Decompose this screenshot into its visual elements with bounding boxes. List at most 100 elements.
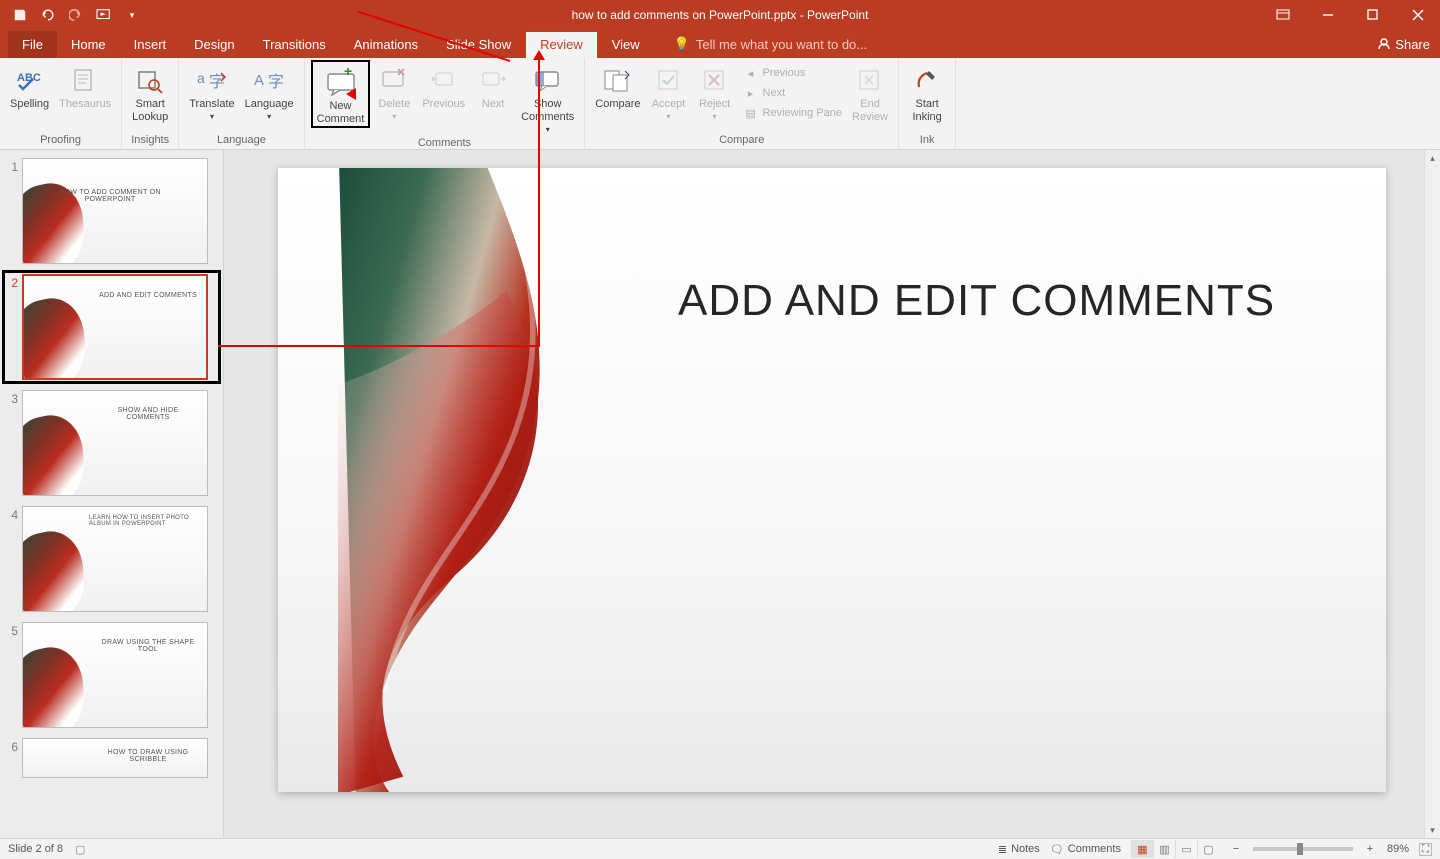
reject-button[interactable]: Reject ▾	[693, 60, 737, 122]
end-review-button[interactable]: End Review	[848, 60, 892, 124]
share-button[interactable]: Share	[1377, 37, 1430, 52]
tab-transitions[interactable]: Transitions	[249, 31, 340, 58]
current-slide[interactable]: ADD AND EDIT COMMENTS	[278, 168, 1386, 792]
zoom-out-button[interactable]: −	[1229, 843, 1243, 855]
vertical-scrollbar[interactable]: ▴ ▾	[1424, 150, 1440, 838]
tab-view[interactable]: View	[598, 31, 654, 58]
reviewing-pane-icon: ▤	[743, 105, 759, 121]
slide-position[interactable]: Slide 2 of 8	[8, 843, 63, 855]
start-inking-label: Start Inking	[912, 98, 941, 124]
thumbnail-slide-2[interactable]: 2 ADD AND EDIT COMMENTS	[6, 274, 217, 380]
compare-icon	[602, 64, 634, 96]
save-button[interactable]	[10, 5, 30, 25]
zoom-in-button[interactable]: +	[1363, 843, 1377, 855]
undo-button[interactable]	[38, 5, 58, 25]
compare-previous-button[interactable]: ◂Previous	[741, 64, 845, 82]
thumbnail-slide-5[interactable]: 5 DRAW USING THE SHAPE TOOL	[6, 622, 217, 728]
svg-text:+: +	[344, 68, 352, 79]
reading-view-button[interactable]: ▭	[1175, 840, 1197, 858]
compare-next-button[interactable]: ▸Next	[741, 84, 845, 102]
reviewing-pane-button[interactable]: ▤Reviewing Pane	[741, 104, 845, 122]
previous-comment-button[interactable]: Previous	[418, 60, 469, 111]
reject-label: Reject	[699, 98, 730, 111]
fit-to-window-button[interactable]: ⛶	[1419, 843, 1432, 856]
language-button[interactable]: A字 Language ▾	[241, 60, 298, 122]
maximize-button[interactable]	[1350, 0, 1395, 30]
thumb-title: DRAW USING THE SHAPE TOOL	[95, 639, 201, 653]
scroll-up-icon[interactable]: ▴	[1425, 150, 1440, 166]
chevron-down-icon: ▾	[667, 112, 671, 122]
slide-sorter-view-button[interactable]: ▥	[1153, 840, 1175, 858]
zoom-slider[interactable]	[1253, 847, 1353, 851]
close-button[interactable]	[1395, 0, 1440, 30]
ribbon-display-options-button[interactable]	[1260, 0, 1305, 30]
minimize-button[interactable]	[1305, 0, 1350, 30]
thumb-preview: HOW TO ADD COMMENT ON POWERPOINT	[22, 158, 208, 264]
thumbnail-slide-1[interactable]: 1 HOW TO ADD COMMENT ON POWERPOINT	[6, 158, 217, 264]
group-insights: Smart Lookup Insights	[122, 58, 179, 149]
spelling-label: Spelling	[10, 98, 49, 111]
thumb-preview: HOW TO DRAW USING SCRIBBLE	[22, 738, 208, 778]
new-comment-button[interactable]: + New Comment	[311, 60, 371, 128]
comments-icon: 🗨	[1050, 843, 1064, 856]
comments-label: Comments	[1068, 843, 1121, 855]
end-review-label: End Review	[852, 98, 888, 124]
tab-home[interactable]: Home	[57, 31, 120, 58]
tab-design[interactable]: Design	[180, 31, 248, 58]
scroll-down-icon[interactable]: ▾	[1425, 822, 1440, 838]
tab-file[interactable]: File	[8, 31, 57, 58]
group-ink: Start Inking Ink	[899, 58, 956, 149]
share-icon	[1377, 37, 1391, 51]
group-language-label: Language	[185, 132, 297, 149]
slideshow-view-button[interactable]: ▢	[1197, 840, 1219, 858]
compare-button[interactable]: Compare	[591, 60, 644, 111]
annotation-arrow	[218, 345, 540, 347]
group-language: a字 Translate ▾ A字 Language ▾ Language	[179, 58, 304, 149]
start-from-beginning-button[interactable]	[94, 5, 114, 25]
slide-title-text[interactable]: ADD AND EDIT COMMENTS	[678, 276, 1275, 326]
thumbnail-slide-6[interactable]: 6 HOW TO DRAW USING SCRIBBLE	[6, 738, 217, 778]
notes-label: Notes	[1011, 843, 1040, 855]
notes-button[interactable]: ≣Notes	[998, 843, 1040, 856]
spell-check-status-icon[interactable]: ▢	[75, 843, 85, 856]
thumb-number: 3	[6, 390, 22, 406]
comments-button[interactable]: 🗨 Comments	[1050, 843, 1121, 856]
translate-button[interactable]: a字 Translate ▾	[185, 60, 238, 122]
normal-view-button[interactable]: ▦	[1131, 840, 1153, 858]
thumbnail-slide-4[interactable]: 4 LEARN HOW TO INSERT PHOTO ALBUM IN POW…	[6, 506, 217, 612]
tab-slideshow[interactable]: Slide Show	[432, 31, 525, 58]
thumbnail-slide-3[interactable]: 3 SHOW AND HIDE COMMENTS	[6, 390, 217, 496]
show-comments-button[interactable]: Show Comments ▾	[517, 60, 578, 135]
accept-button[interactable]: Accept ▾	[647, 60, 691, 122]
annotation-arrow	[538, 56, 540, 347]
group-insights-label: Insights	[128, 132, 172, 149]
redo-button[interactable]	[66, 5, 86, 25]
tab-insert[interactable]: Insert	[120, 31, 181, 58]
zoom-slider-thumb[interactable]	[1297, 843, 1303, 855]
delete-comment-button[interactable]: Delete ▾	[372, 60, 416, 122]
tab-animations[interactable]: Animations	[340, 31, 432, 58]
next-change-icon: ▸	[743, 85, 759, 101]
start-inking-button[interactable]: Start Inking	[905, 60, 949, 124]
smart-lookup-button[interactable]: Smart Lookup	[128, 60, 172, 124]
status-bar: Slide 2 of 8 ▢ ≣Notes 🗨Comments ▦ ▥ ▭ ▢ …	[0, 838, 1440, 859]
next-comment-button[interactable]: Next	[471, 60, 515, 111]
slide-thumbnail-panel[interactable]: 1 HOW TO ADD COMMENT ON POWERPOINT 2 ADD…	[0, 150, 224, 838]
chevron-down-icon: ▾	[546, 125, 550, 135]
accept-label: Accept	[652, 98, 686, 111]
thumb-preview: LEARN HOW TO INSERT PHOTO ALBUM IN POWER…	[22, 506, 208, 612]
show-comments-icon	[532, 64, 564, 96]
compare-previous-label: Previous	[763, 67, 806, 79]
work-area: 1 HOW TO ADD COMMENT ON POWERPOINT 2 ADD…	[0, 150, 1440, 838]
thumb-number: 2	[6, 274, 22, 290]
thesaurus-button[interactable]: Thesaurus	[55, 60, 115, 111]
tell-me-search[interactable]: 💡 Tell me what you want to do...	[674, 36, 867, 52]
spelling-icon: ABC	[14, 64, 46, 96]
slide-canvas-area[interactable]: ADD AND EDIT COMMENTS ▴ ▾	[224, 150, 1440, 838]
qat-customize-icon[interactable]: ▾	[122, 5, 142, 25]
zoom-percentage[interactable]: 89%	[1387, 843, 1409, 855]
chevron-down-icon: ▾	[713, 112, 717, 122]
end-review-icon	[854, 64, 886, 96]
thesaurus-label: Thesaurus	[59, 98, 111, 111]
spelling-button[interactable]: ABC Spelling	[6, 60, 53, 111]
